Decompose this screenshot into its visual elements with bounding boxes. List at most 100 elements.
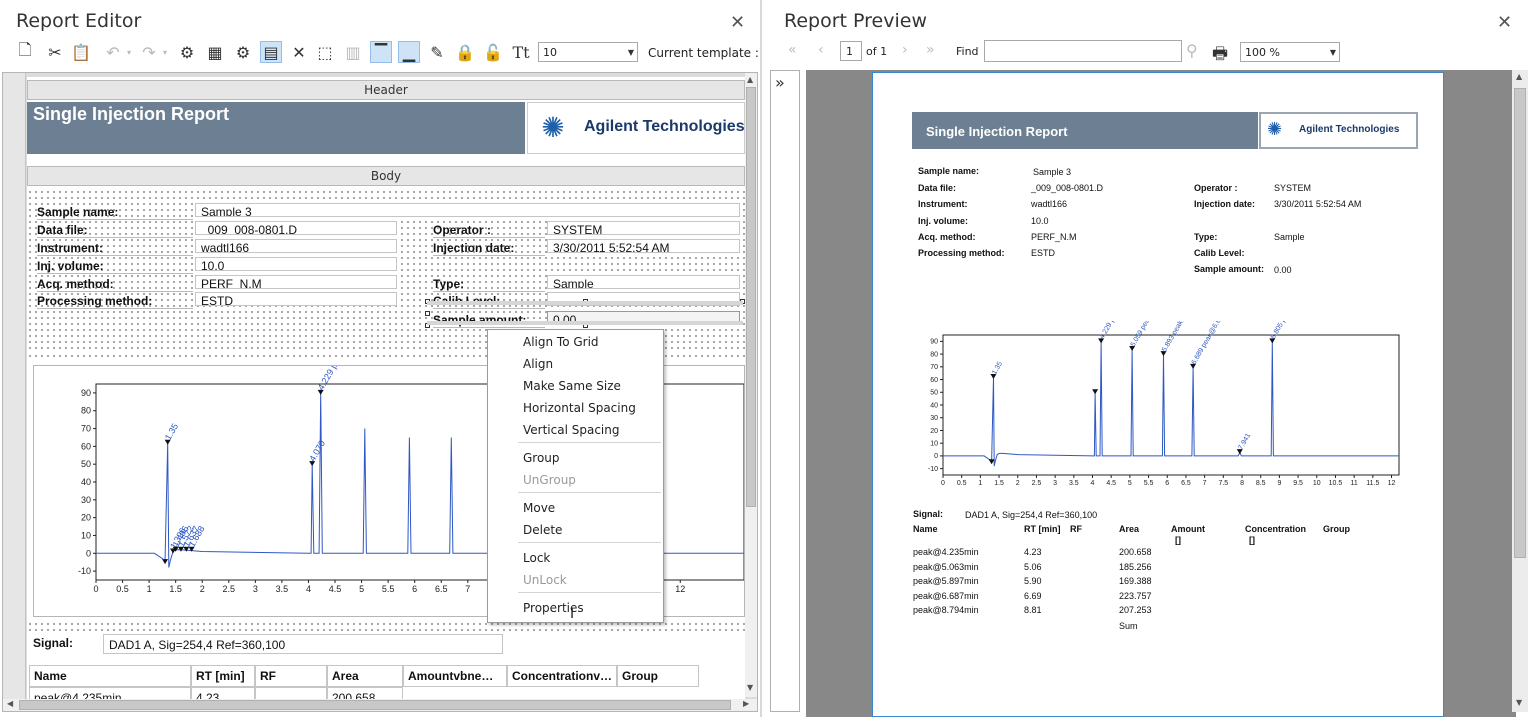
cut-icon[interactable]: ✂ [44, 41, 66, 63]
instrument-label[interactable]: Instrument: [37, 241, 193, 256]
report-title: Single Injection Report [33, 104, 230, 124]
menu-item-lock[interactable]: Lock [523, 548, 653, 568]
menu-item-ungroup[interactable]: UnGroup [523, 470, 653, 490]
y-tick-label: 40 [930, 402, 938, 409]
new-page-icon[interactable]: 🗋 [14, 40, 36, 63]
operator-value[interactable]: SYSTEM [547, 221, 740, 235]
col-amount-header[interactable]: Amountvbne… [403, 665, 507, 687]
scroll-thumb[interactable] [746, 87, 756, 507]
undo-dropdown-icon[interactable]: ▾ [118, 41, 140, 63]
menu-item-align[interactable]: Align [523, 354, 653, 374]
scroll-left-icon[interactable]: ◀ [7, 699, 13, 708]
page-number-input[interactable]: 1 [840, 41, 862, 61]
menu-item-properties[interactable]: Properties [523, 598, 653, 618]
col-area-header[interactable]: Area [327, 665, 403, 687]
menu-item-unlock[interactable]: UnLock [523, 570, 653, 590]
data-file-label[interactable]: Data file: [37, 223, 193, 238]
logo-box[interactable]: ✺ Agilent Technologies [527, 102, 745, 154]
processing-method-value[interactable]: ESTD [195, 292, 397, 306]
font-size-select[interactable]: 10 ▼ [538, 42, 638, 62]
print-icon[interactable]: 🖶 [1212, 41, 1228, 70]
x-tick-label: 0 [941, 480, 945, 487]
body-band[interactable]: Body [27, 166, 745, 186]
preview-side-toggle[interactable]: » [770, 70, 800, 712]
scroll-right-icon[interactable]: ▶ [743, 699, 749, 708]
last-page-icon[interactable]: » [926, 42, 935, 58]
injection-date-label[interactable]: Injection date: [433, 241, 545, 256]
select-region-icon[interactable]: ⬚ [314, 41, 336, 63]
insert-item-icon[interactable]: ⚙ [176, 41, 198, 63]
unlock-icon[interactable]: 🔓 [482, 41, 504, 63]
settings-icon[interactable]: ⚙ [232, 41, 254, 63]
type-label[interactable]: Type: [433, 277, 545, 292]
preview-logo-text: Agilent Technologies [1299, 124, 1400, 135]
menu-item-vertical-spacing[interactable]: Vertical Spacing [523, 420, 653, 440]
scroll-down-icon[interactable]: ▼ [747, 683, 753, 692]
insert-table-icon[interactable]: ▦ [204, 41, 226, 63]
pv-table-cell: 8.81 [1024, 605, 1042, 616]
sample-name-label[interactable]: Sample name: [37, 205, 193, 220]
header-band[interactable]: Header [27, 80, 745, 100]
type-value[interactable]: Sample [547, 275, 740, 289]
report-editor-pane: Report Editor ✕ 🗋 ✂ 📋 ↶ ▾ ↷ ▾ ⚙ ▦ ⚙ ▤ ✕ … [0, 0, 762, 717]
inj-volume-label[interactable]: Inj. volume: [37, 259, 193, 274]
scroll-up-icon[interactable]: ▲ [747, 75, 753, 84]
menu-item-delete[interactable]: Delete [523, 520, 653, 540]
col-rt-header[interactable]: RT [min] [191, 665, 255, 687]
x-tick-label: 7 [1203, 480, 1207, 487]
col-group-header[interactable]: Group [617, 665, 699, 687]
acq-method-label[interactable]: Acq. method: [37, 277, 193, 292]
report-title-box[interactable]: Single Injection Report [27, 102, 525, 154]
table-layout-icon[interactable]: ▥ [342, 41, 364, 63]
previous-page-icon[interactable]: ‹ [818, 42, 824, 58]
scroll-thumb[interactable] [1514, 88, 1526, 558]
col-rf-header[interactable]: RF [255, 665, 327, 687]
find-search-icon[interactable]: ⚲ [1186, 41, 1198, 60]
y-tick-label: 70 [930, 364, 938, 371]
menu-item-move[interactable]: Move [523, 498, 653, 518]
delete-icon[interactable]: ✕ [288, 41, 310, 63]
menu-item-align-to-grid[interactable]: Align To Grid [523, 332, 653, 352]
lock-icon[interactable]: 🔒 [454, 41, 476, 63]
col-concentration-header[interactable]: Concentrationv… [507, 665, 617, 687]
edit-icon[interactable]: ✎ [426, 41, 448, 63]
x-tick-label: 7.5 [1218, 480, 1228, 487]
expand-panel-icon[interactable]: » [775, 73, 785, 92]
layout-band-icon[interactable]: ▤ [260, 41, 282, 63]
preview-vertical-scrollbar[interactable]: ▲ ▼ [1512, 70, 1528, 712]
scroll-down-icon[interactable]: ▼ [1516, 698, 1522, 707]
signal-value[interactable]: DAD1 A, Sig=254,4 Ref=360,100 [103, 634, 503, 654]
align-bottom-icon[interactable]: ▁ [398, 41, 420, 63]
zoom-select[interactable]: 100 % ▼ [1240, 42, 1340, 62]
text-format-icon[interactable]: Tt [510, 41, 532, 63]
menu-item-horizontal-spacing[interactable]: Horizontal Spacing [523, 398, 653, 418]
sample-name-value[interactable]: Sample 3 [195, 203, 740, 217]
operator-label[interactable]: Operator : [433, 223, 545, 238]
align-top-icon[interactable]: ▔ [370, 41, 392, 63]
editor-toolbar: 🗋 ✂ 📋 ↶ ▾ ↷ ▾ ⚙ ▦ ⚙ ▤ ✕ ⬚ ▥ ▔ ▁ ✎ 🔒 🔓 Tt… [10, 40, 760, 66]
first-page-icon[interactable]: « [788, 42, 797, 58]
inj-volume-value[interactable]: 10.0 [195, 257, 397, 271]
vertical-scrollbar[interactable]: ▲ ▼ [745, 73, 757, 697]
preview-logo-box: ✺ Agilent Technologies [1259, 112, 1418, 149]
acq-method-value[interactable]: PERF_N.M [195, 275, 397, 289]
signal-label[interactable]: Signal: [29, 633, 103, 655]
injection-date-value[interactable]: 3/30/2011 5:52:54 AM [547, 239, 740, 253]
paste-icon[interactable]: 📋 [70, 41, 92, 63]
processing-method-label[interactable]: Processing method: [37, 294, 193, 309]
close-editor-icon[interactable]: ✕ [730, 12, 745, 33]
scroll-thumb-horizontal[interactable] [19, 700, 731, 710]
next-page-icon[interactable]: › [902, 42, 908, 58]
col-name-header[interactable]: Name [29, 665, 191, 687]
x-tick-label: 6 [412, 584, 417, 594]
horizontal-scrollbar[interactable]: ◀ ▶ [3, 699, 757, 711]
find-input[interactable] [984, 40, 1182, 62]
data-file-value[interactable]: _009_008-0801.D [195, 221, 397, 235]
menu-item-group[interactable]: Group [523, 448, 653, 468]
menu-item-make-same-size[interactable]: Make Same Size [523, 376, 653, 396]
instrument-value[interactable]: wadtl166 [195, 239, 397, 253]
close-preview-icon[interactable]: ✕ [1497, 12, 1512, 33]
scroll-up-icon[interactable]: ▲ [1516, 72, 1522, 81]
zoom-value: 100 % [1245, 46, 1280, 59]
redo-dropdown-icon[interactable]: ▾ [154, 41, 176, 63]
